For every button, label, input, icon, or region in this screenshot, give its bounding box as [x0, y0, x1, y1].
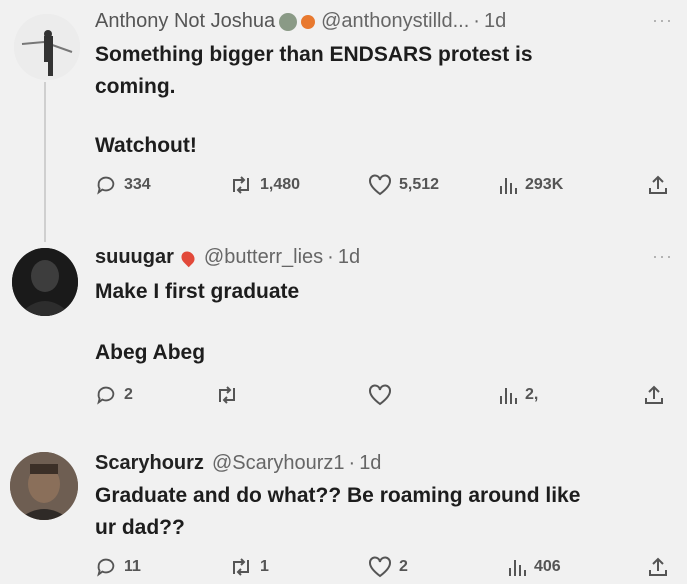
timestamp[interactable]: 1d — [359, 452, 381, 475]
repost-icon — [233, 558, 249, 576]
views-button[interactable]: 293K — [498, 174, 563, 196]
action-bar: 2 2, — [95, 384, 675, 412]
heart-icon — [369, 384, 391, 406]
repost-count: 1,480 — [260, 176, 301, 193]
post-header: Anthony Not Joshua @anthonystilld... · 1… — [95, 10, 506, 33]
like-count: 5,512 — [399, 176, 440, 193]
like-count: 2 — [399, 558, 408, 575]
repost-button[interactable] — [215, 384, 239, 406]
avatar-image — [14, 14, 80, 80]
share-icon — [649, 175, 667, 194]
reply-count: 11 — [124, 558, 141, 575]
avatar[interactable] — [10, 452, 78, 520]
repost-button[interactable]: 1,480 — [229, 174, 300, 196]
share-button[interactable] — [647, 556, 669, 578]
post-header: Scaryhourz @Scaryhourz1 · 1d — [95, 452, 381, 475]
display-name[interactable]: Anthony Not Joshua — [95, 10, 275, 33]
like-button[interactable]: 5,512 — [368, 174, 439, 196]
location-pin-icon — [178, 248, 198, 267]
action-bar: 11 1 2 406 — [95, 556, 675, 584]
post-text-line: Something bigger than ENDSARS protest is — [95, 43, 533, 66]
post-text-line: coming. — [95, 75, 176, 98]
handle[interactable]: @anthonystilld... — [321, 10, 469, 33]
views-icon — [500, 388, 517, 404]
reply-button[interactable]: 11 — [95, 556, 141, 578]
separator-dot: · — [327, 246, 334, 268]
post-text-line: Graduate and do what?? Be roaming around… — [95, 484, 581, 507]
post-text-line: Abeg Abeg — [95, 341, 206, 364]
heart-icon — [369, 174, 391, 196]
post-scaryhourz[interactable]: Scaryhourz @Scaryhourz1 · 1d Graduate an… — [0, 440, 687, 578]
repost-icon — [219, 386, 235, 404]
views-icon — [500, 178, 517, 194]
reply-icon — [97, 386, 115, 405]
views-button[interactable]: 406 — [507, 556, 561, 578]
timestamp[interactable]: 1d — [484, 10, 506, 33]
post-suuugar[interactable]: suuugar @butterr_lies · 1d ··· Make I fi… — [0, 230, 687, 430]
reply-count: 2 — [124, 386, 133, 403]
post-header: suuugar @butterr_lies · 1d — [95, 246, 360, 269]
post-text-line: ur dad?? — [95, 516, 185, 539]
share-button[interactable] — [643, 384, 665, 406]
heart-icon — [369, 556, 391, 578]
alien-emoji-icon — [279, 12, 298, 31]
share-icon — [649, 557, 667, 576]
more-options-icon[interactable]: ··· — [652, 246, 673, 267]
reply-icon — [97, 176, 115, 195]
like-button[interactable]: 2 — [368, 556, 408, 578]
handle[interactable]: @butterr_lies — [204, 246, 323, 269]
views-button[interactable]: 2, — [498, 384, 538, 406]
action-bar: 334 1,480 5,512 293K — [95, 174, 675, 202]
avatar[interactable] — [12, 248, 78, 316]
views-count: 406 — [534, 558, 561, 575]
reply-icon — [97, 558, 115, 577]
post-text-line: Make I first graduate — [95, 280, 300, 303]
repost-icon — [233, 176, 249, 194]
avatar-image — [12, 248, 78, 316]
repost-count: 1 — [260, 558, 269, 575]
more-options-icon[interactable]: ··· — [652, 10, 673, 31]
display-name[interactable]: Scaryhourz — [95, 452, 204, 475]
post-anthony[interactable]: Anthony Not Joshua @anthonystilld... · 1… — [0, 0, 687, 225]
share-icon — [645, 385, 663, 404]
views-count: 293K — [525, 176, 564, 193]
share-button[interactable] — [647, 174, 669, 196]
separator-dot: · — [348, 452, 356, 474]
views-icon — [509, 560, 526, 576]
separator-dot: · — [473, 10, 480, 32]
like-button[interactable] — [368, 384, 392, 406]
handle[interactable]: @Scaryhourz1 — [212, 452, 345, 475]
avatar[interactable] — [14, 14, 80, 80]
views-count: 2, — [525, 386, 539, 403]
speech-emoji-icon — [301, 14, 316, 29]
display-name[interactable]: suuugar — [95, 246, 174, 269]
reply-button[interactable]: 334 — [95, 174, 151, 196]
repost-button[interactable]: 1 — [229, 556, 269, 578]
avatar-image — [10, 452, 78, 520]
timestamp[interactable]: 1d — [338, 246, 360, 269]
reply-button[interactable]: 2 — [95, 384, 133, 406]
reply-count: 334 — [124, 176, 151, 193]
post-text-line: Watchout! — [95, 134, 197, 157]
